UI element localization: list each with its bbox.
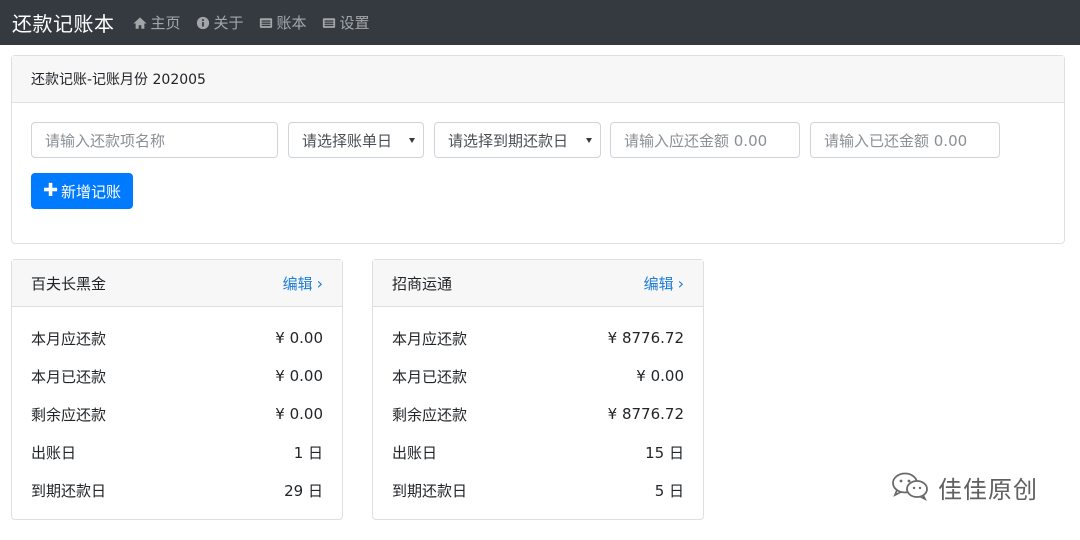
nav-about[interactable]: 关于 — [196, 12, 244, 33]
account-card: 百夫长黑金 编辑 › 本月应还款 ¥ 0.00 本月已还款 ¥ 0.00 剩余应… — [11, 259, 343, 520]
caret-down-icon — [586, 137, 592, 143]
settings-icon — [322, 15, 337, 30]
nav-settings[interactable]: 设置 — [322, 12, 370, 33]
list-item: 到期还款日 5 日 — [392, 481, 684, 500]
add-record-button[interactable]: ✚ 新增记账 — [31, 173, 133, 209]
edit-link[interactable]: 编辑 › — [283, 273, 323, 294]
info-icon — [196, 15, 211, 30]
due-day-select[interactable]: 请选择到期还款日 — [434, 122, 601, 158]
plus-icon: ✚ — [42, 180, 59, 201]
nav-ledger[interactable]: 账本 — [259, 12, 307, 33]
account-name: 招商运通 — [392, 274, 453, 293]
account-card-header: 招商运通 编辑 › — [373, 260, 703, 307]
list-item: 出账日 1 日 — [31, 443, 323, 462]
list-item: 到期还款日 29 日 — [31, 481, 323, 500]
list-item: 本月已还款 ¥ 0.00 — [31, 367, 323, 386]
chevron-right-icon: › — [677, 273, 684, 293]
nav-home-label: 主页 — [150, 14, 181, 32]
new-record-header: 还款记账-记账月份 202005 — [12, 56, 1064, 103]
list-item: 本月已还款 ¥ 0.00 — [392, 367, 684, 386]
nav-home[interactable]: 主页 — [133, 12, 181, 33]
form-title: 还款记账-记账月份 202005 — [31, 72, 206, 88]
nav-ledger-label: 账本 — [276, 14, 307, 32]
app-brand[interactable]: 还款记账本 — [12, 8, 115, 37]
account-name: 百夫长黑金 — [31, 274, 107, 293]
edit-link[interactable]: 编辑 › — [644, 273, 684, 294]
ledger-icon — [259, 15, 274, 30]
chevron-right-icon: › — [316, 273, 323, 293]
list-item: 剩余应还款 ¥ 0.00 — [31, 405, 323, 424]
wechat-icon — [890, 471, 930, 505]
new-record-card: 还款记账-记账月份 202005 请输入还款项名称 请选择账单日 请选择到期还款… — [11, 55, 1065, 244]
navbar: 还款记账本 主页 关于 账本 设置 — [0, 0, 1080, 45]
list-item: 本月应还款 ¥ 0.00 — [31, 329, 323, 348]
account-card-header: 百夫长黑金 编辑 › — [12, 260, 342, 307]
nav-settings-label: 设置 — [339, 14, 370, 32]
list-item: 剩余应还款 ¥ 8776.72 — [392, 405, 684, 424]
bill-day-select[interactable]: 请选择账单日 — [288, 122, 424, 158]
caret-down-icon — [409, 137, 415, 143]
watermark-text: 佳佳原创 — [938, 476, 1038, 504]
list-item: 本月应还款 ¥ 8776.72 — [392, 329, 684, 348]
due-amount-input[interactable]: 请输入应还金额 0.00 — [610, 122, 800, 158]
watermark: 佳佳原创 — [890, 470, 1038, 505]
nav-about-label: 关于 — [213, 14, 244, 32]
list-item: 出账日 15 日 — [392, 443, 684, 462]
item-name-input[interactable]: 请输入还款项名称 — [31, 122, 278, 158]
paid-amount-input[interactable]: 请输入已还金额 0.00 — [810, 122, 1000, 158]
home-icon — [133, 15, 148, 30]
account-card: 招商运通 编辑 › 本月应还款 ¥ 8776.72 本月已还款 ¥ 0.00 剩… — [372, 259, 704, 520]
